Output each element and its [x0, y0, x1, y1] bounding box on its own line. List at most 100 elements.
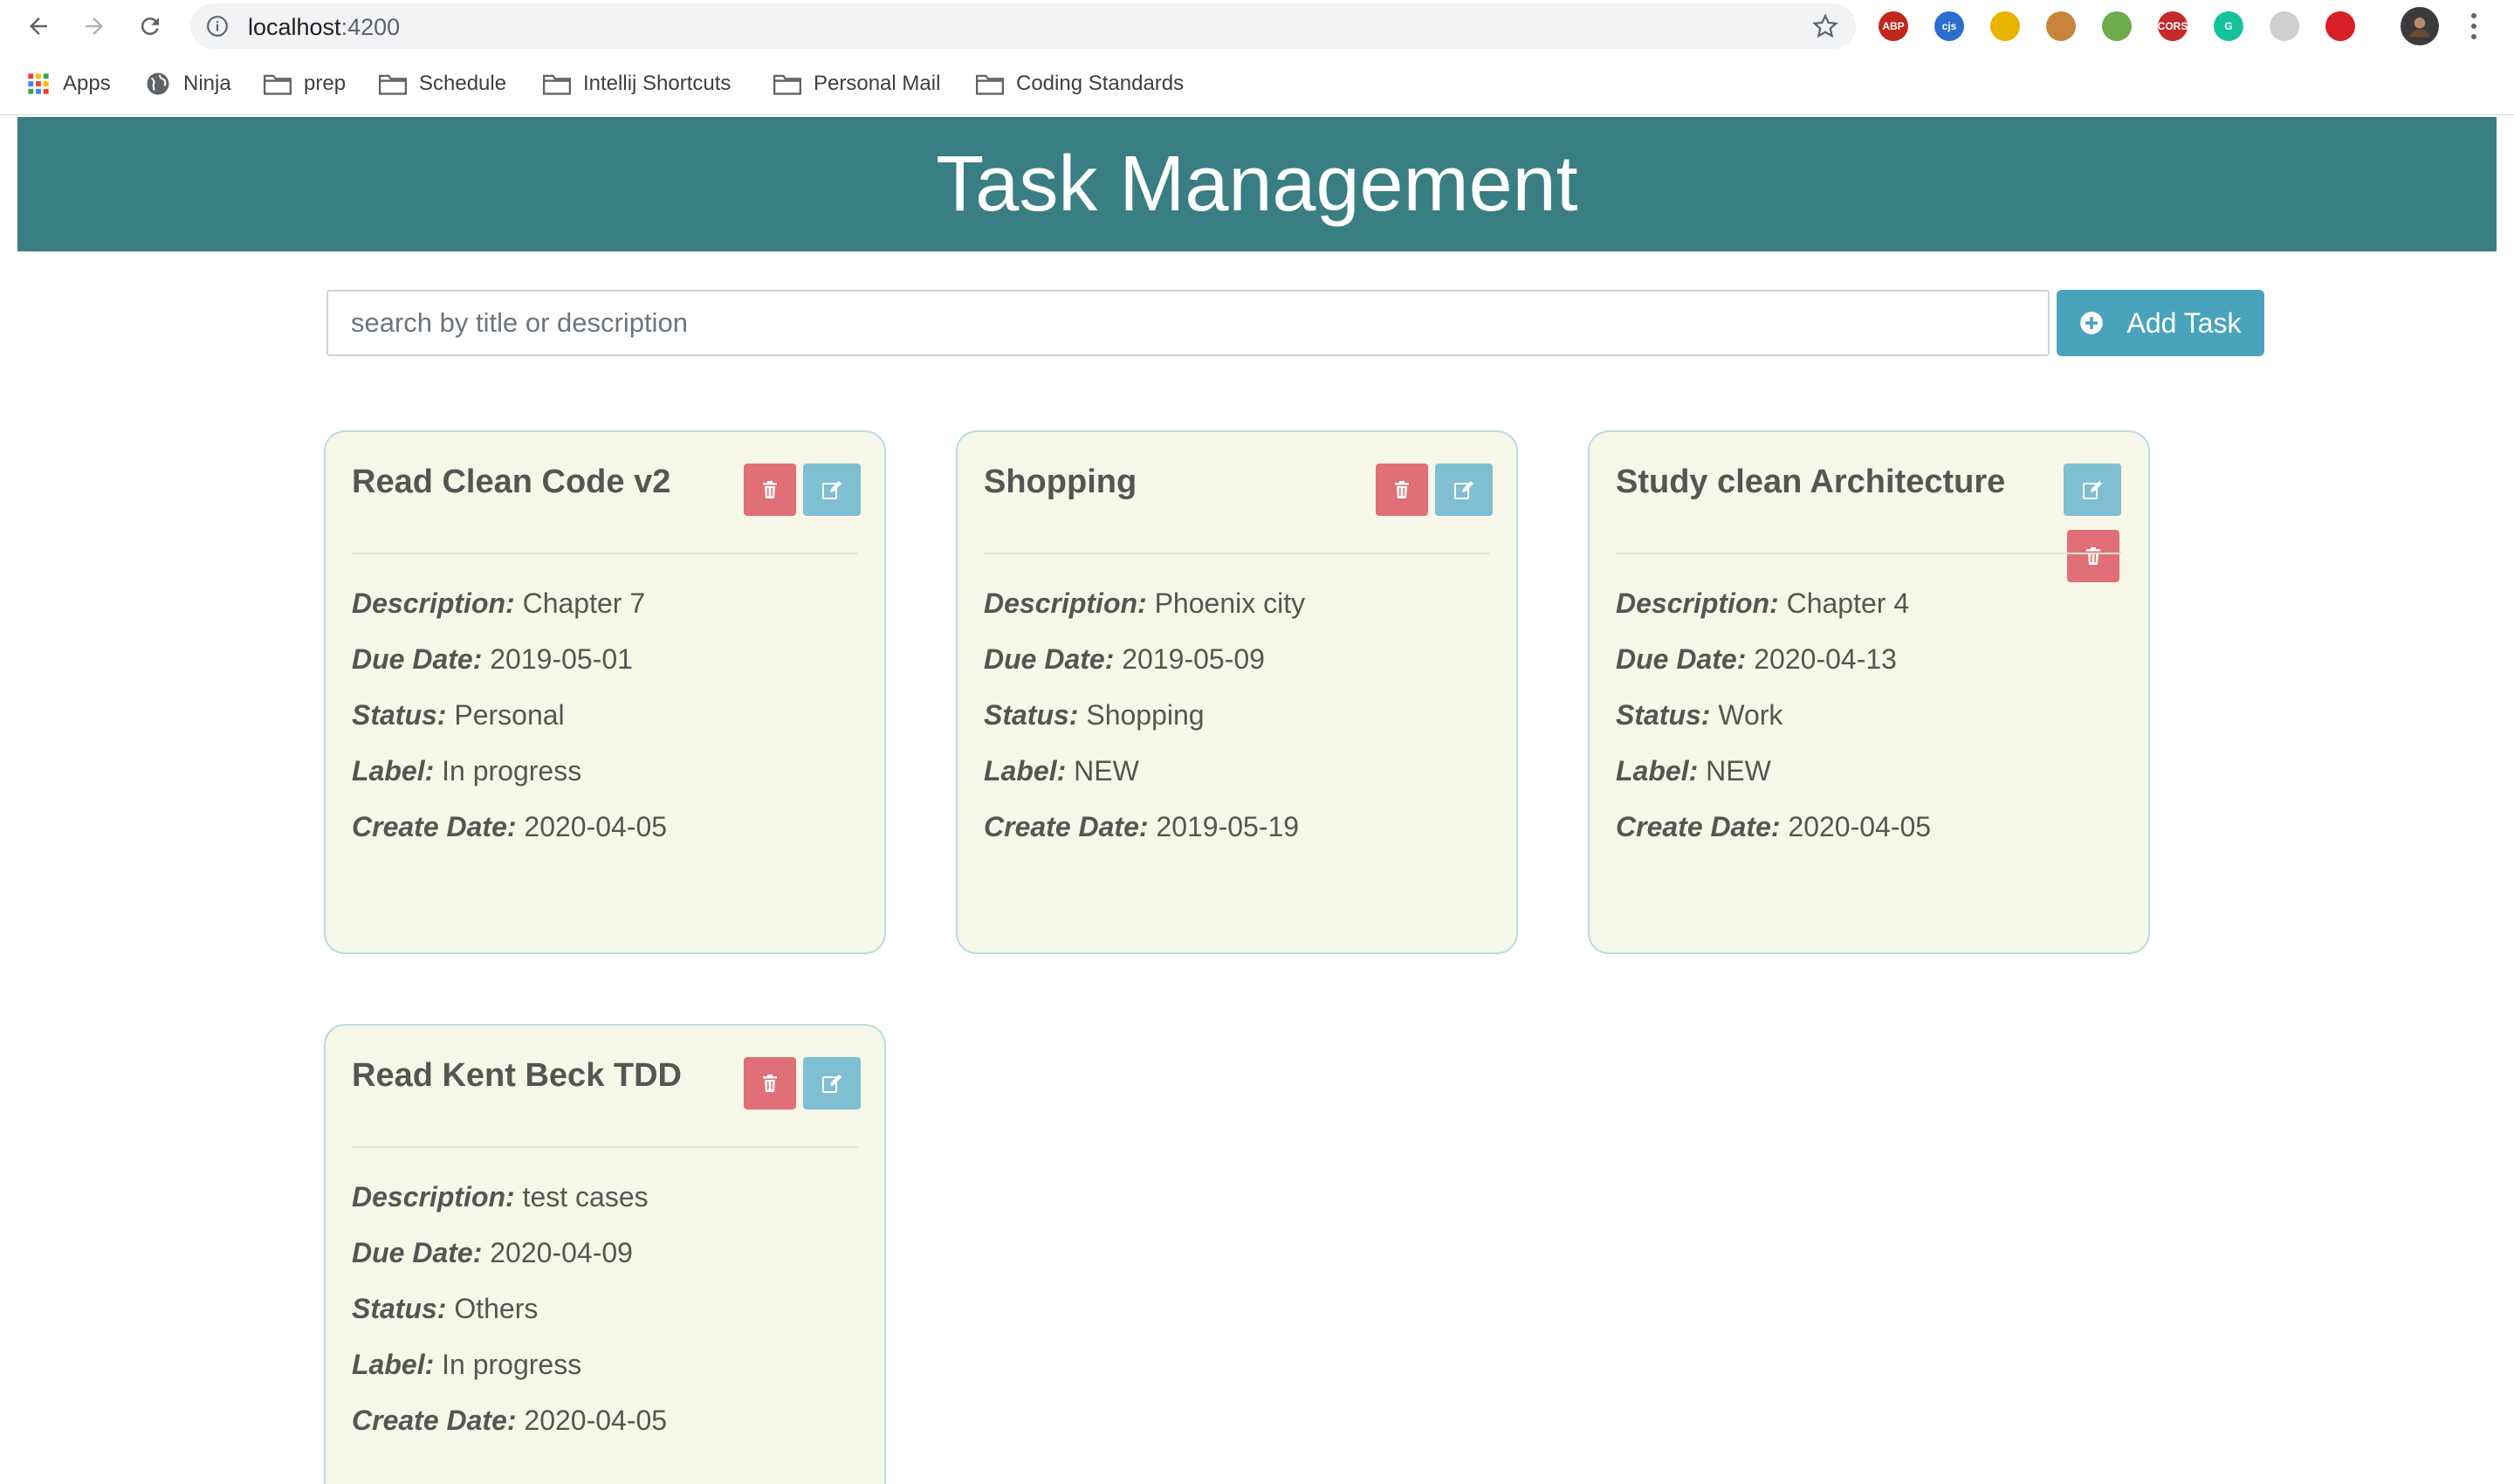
node-icon[interactable] — [2102, 11, 2132, 41]
bookmark-coding-standards[interactable]: Coding Standards — [976, 68, 1184, 100]
field-label: Status: — [1616, 699, 1711, 731]
task-field-label: Label: NEW — [984, 755, 1139, 787]
youtube-ext-icon[interactable] — [2325, 11, 2355, 41]
folder-icon — [773, 74, 801, 95]
edit-task-button[interactable] — [2064, 464, 2121, 516]
url-port: :4200 — [340, 14, 401, 40]
delete-task-button[interactable] — [744, 464, 796, 516]
folder-icon — [543, 74, 571, 95]
delete-task-button[interactable] — [2067, 530, 2119, 582]
field-label: Description: — [352, 587, 515, 619]
field-value: In progress — [442, 1349, 582, 1380]
bookmark-label: prep — [304, 72, 347, 95]
field-value: NEW — [1074, 755, 1139, 787]
bookmark-label: Apps — [63, 72, 111, 95]
field-label: Label: — [352, 1349, 435, 1380]
task-field-due-date: Due Date: 2020-04-09 — [352, 1237, 633, 1269]
trash-icon — [1395, 481, 1409, 498]
edit-task-button[interactable] — [1435, 464, 1493, 516]
bookmark-label: Intellij Shortcuts — [583, 72, 732, 95]
field-value: Chapter 4 — [1786, 587, 1910, 619]
profile-avatar[interactable] — [2401, 7, 2439, 45]
grammarly-icon[interactable]: G — [2214, 11, 2243, 41]
reload-icon — [141, 17, 159, 36]
field-label: Due Date: — [1616, 643, 1747, 675]
bookmark-personal-mail[interactable]: Personal Mail — [773, 68, 940, 100]
bookmark-schedule[interactable]: Schedule — [379, 68, 506, 100]
page-title: Task Management — [936, 140, 1578, 228]
field-label: Due Date: — [352, 643, 483, 675]
task-field-label: Label: In progress — [352, 1349, 581, 1381]
field-value: NEW — [1706, 755, 1771, 787]
task-field-create-date: Create Date: 2020-04-05 — [352, 1405, 667, 1437]
field-value: 2019-05-19 — [1156, 811, 1300, 842]
field-label: Create Date: — [1616, 811, 1781, 842]
bookmark-intellij-shortcuts[interactable]: Intellij Shortcuts — [543, 68, 731, 100]
user-icon — [2409, 17, 2430, 38]
browser-toolbar: localhost:4200 ABP cjs CORS G — [0, 0, 2514, 52]
task-field-status: Status: Work — [1616, 699, 1782, 732]
bookmark-star-icon[interactable] — [1812, 13, 1838, 39]
cookie-icon[interactable] — [2046, 11, 2076, 41]
field-label: Label: — [352, 755, 435, 787]
bookmark-ninja[interactable]: Ninja — [145, 68, 231, 100]
field-label: Label: — [1616, 755, 1699, 787]
field-label: Description: — [1616, 587, 1779, 619]
task-field-label: Label: In progress — [352, 755, 581, 787]
reload-button[interactable] — [134, 10, 166, 42]
back-button[interactable] — [23, 10, 54, 42]
field-value: Shopping — [1086, 699, 1205, 731]
bookmark-label: Coding Standards — [1016, 72, 1185, 95]
bookmark-prep[interactable]: prep — [264, 68, 346, 100]
field-value: 2020-04-05 — [524, 1405, 668, 1436]
card-divider — [352, 1146, 858, 1148]
task-field-status: Status: Others — [352, 1293, 538, 1325]
task-field-status: Status: Shopping — [984, 699, 1205, 732]
field-value: Chapter 7 — [522, 587, 646, 619]
task-field-description: Description: Chapter 7 — [352, 587, 645, 620]
browser-menu-button[interactable] — [2463, 10, 2484, 42]
task-field-label: Label: NEW — [1616, 755, 1771, 787]
forward-button[interactable] — [79, 10, 110, 42]
bookmark-label: Schedule — [419, 72, 507, 95]
field-label: Description: — [984, 587, 1147, 619]
sparkle-icon[interactable] — [1990, 11, 2020, 41]
field-value: 2020-04-05 — [1788, 811, 1932, 842]
field-label: Due Date: — [352, 1237, 483, 1268]
field-label: Create Date: — [352, 1405, 517, 1436]
cors-icon[interactable]: CORS — [2158, 11, 2188, 41]
task-field-due-date: Due Date: 2020-04-13 — [1616, 643, 1897, 676]
task-field-description: Description: test cases — [352, 1181, 649, 1213]
task-card: Read Kent Beck TDD Description: test case… — [324, 1024, 886, 1484]
task-field-due-date: Due Date: 2019-05-01 — [352, 643, 633, 676]
url-text[interactable]: localhost:4200 — [248, 14, 400, 41]
task-field-create-date: Create Date: 2019-05-19 — [984, 811, 1299, 843]
add-task-label: Add Task — [2126, 306, 2242, 339]
plus-circle-icon — [2080, 312, 2104, 334]
bookmark-apps[interactable]: Apps — [26, 68, 111, 100]
bookmark-label: Ninja — [183, 72, 231, 95]
delete-task-button[interactable] — [1376, 464, 1428, 516]
field-value: Phoenix city — [1154, 587, 1306, 619]
trash-icon — [763, 481, 777, 498]
edit-icon — [2083, 481, 2102, 499]
grey-ext-icon[interactable] — [2270, 11, 2299, 41]
edit-task-button[interactable] — [803, 464, 861, 516]
delete-task-button[interactable] — [744, 1057, 796, 1110]
field-value: 2019-05-09 — [1122, 643, 1265, 675]
info-icon[interactable] — [206, 15, 229, 38]
field-value: 2020-04-13 — [1754, 643, 1897, 675]
task-card: Study clean Architecture Description: Cha… — [1588, 430, 2150, 954]
globe-icon — [147, 72, 169, 95]
task-field-status: Status: Personal — [352, 699, 565, 732]
add-task-button[interactable]: Add Task — [2057, 290, 2264, 356]
task-field-description: Description: Chapter 4 — [1616, 587, 1909, 620]
edit-task-button[interactable] — [803, 1057, 861, 1110]
search-input[interactable] — [326, 290, 2050, 356]
field-label: Status: — [352, 1293, 447, 1324]
adblock-plus-icon[interactable]: ABP — [1879, 11, 1908, 41]
cjs-icon[interactable]: cjs — [1934, 11, 1964, 41]
url-host: localhost — [248, 14, 341, 40]
card-divider — [1616, 553, 2122, 554]
address-bar[interactable]: localhost:4200 — [190, 3, 1856, 49]
